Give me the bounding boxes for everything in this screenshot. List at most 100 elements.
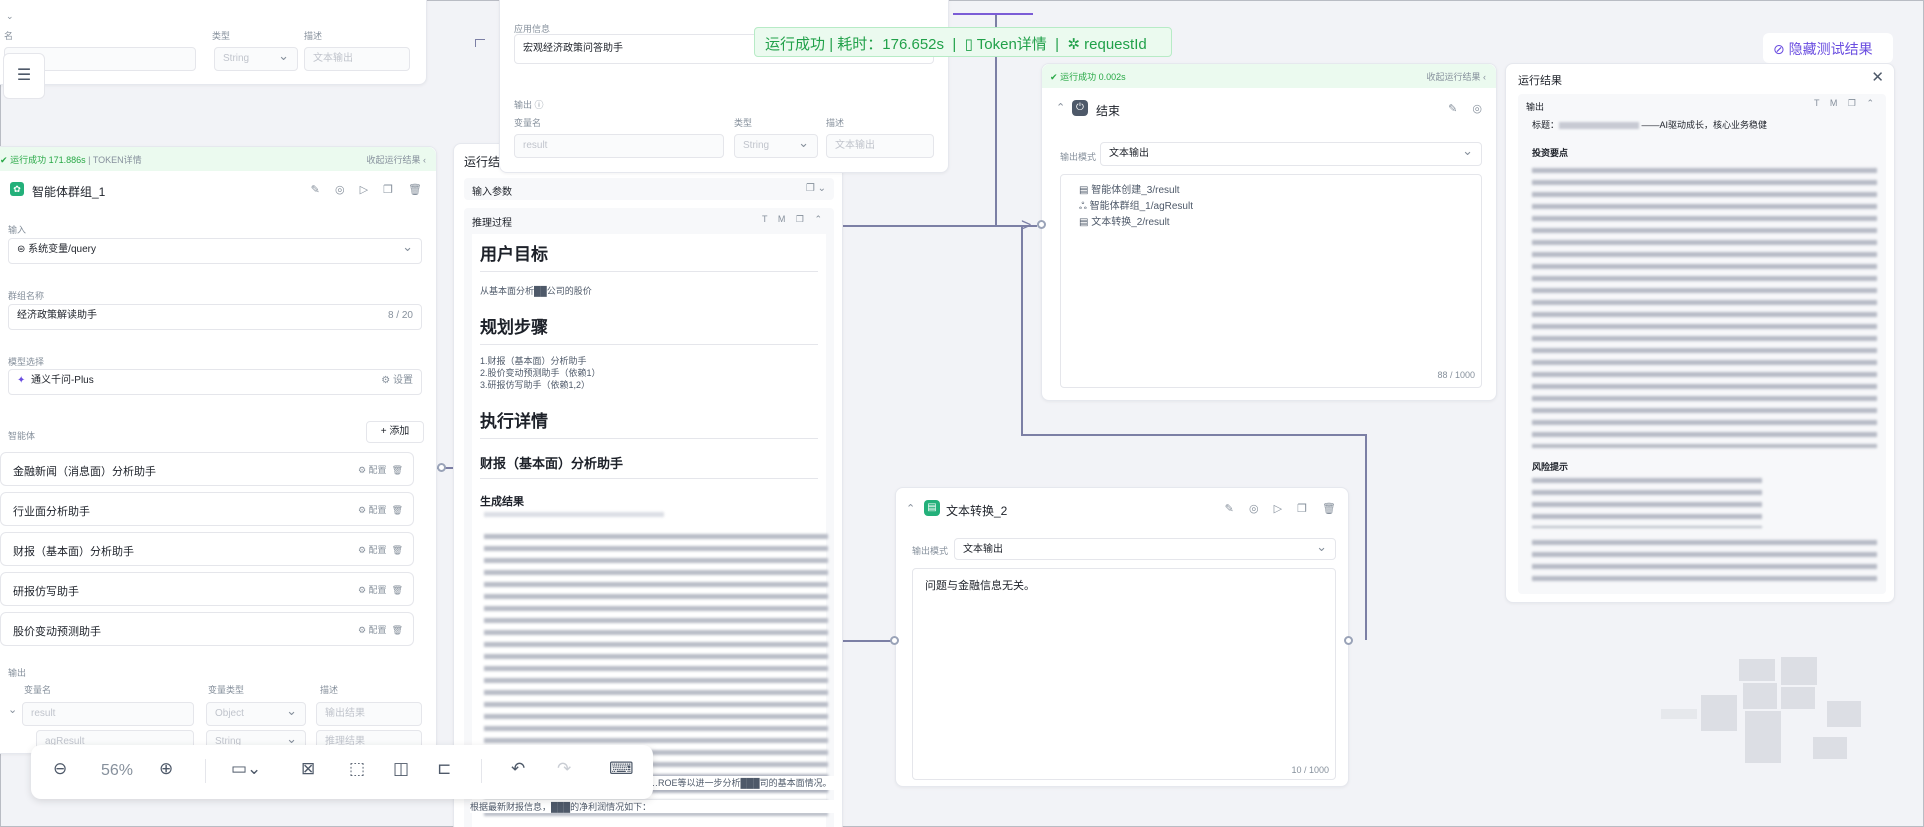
app-info-node[interactable]: 应用信息 宏观经济政策问答助手 输出 ⓘ 变量名 类型 描述 result St… <box>499 0 949 173</box>
run-status-bar: ✔ 运行成功 171.886s | TOKEN详情 收起运行结果 ‹ <box>0 147 436 171</box>
var-ref-tag: ▤ 文本转换_2/result <box>1079 217 1170 228</box>
format-toolbar[interactable]: T M ❐ ⌃ <box>1814 98 1878 109</box>
fit-view-icon[interactable]: ⊠ <box>301 759 315 779</box>
port-handle[interactable] <box>890 636 899 645</box>
output-mode-select[interactable]: 文本输出 <box>1100 142 1482 166</box>
banner-status: 运行成功 <box>765 36 826 53</box>
minimap[interactable] <box>1661 653 1861 763</box>
end-node[interactable]: ✔ 运行成功 0.002s 收起运行结果 ‹ ⌃ ⏻ 结束 ✎ ◎ 输出模式 文… <box>1041 63 1497 401</box>
section-heading: 投资要点 <box>1532 148 1569 158</box>
output-var-type[interactable]: Object <box>206 702 306 726</box>
agent-item[interactable]: 金融新闻（消息面）分析助手 ⚙ 配置 🗑 <box>0 452 414 486</box>
output-label: 输出 <box>1526 102 1545 112</box>
output-var-type[interactable]: String <box>734 134 818 158</box>
reasoning-label: 推理过程 <box>472 218 512 229</box>
output-var-name[interactable]: result <box>514 134 724 158</box>
zoom-out-icon[interactable]: ⊖ <box>53 759 67 779</box>
step-item: 1.财报（基本面）分析助手 <box>480 356 587 366</box>
token-detail-link[interactable]: Token详情 <box>977 36 1047 53</box>
bug-icon: ✲ <box>1067 36 1080 53</box>
port-handle[interactable] <box>437 463 446 472</box>
success-icon: ✔ <box>1050 72 1058 82</box>
output-template-area[interactable]: ▤ 智能体创建_3/result ஃ 智能体群组_1/agResult ▤ 文本… <box>1060 174 1482 388</box>
result-headline: 标题： ——AI驱动成长，核心业务稳健 <box>1532 120 1768 130</box>
col-type-label: 类型 <box>734 118 753 128</box>
steps-heading: 规划步骤 <box>480 313 818 345</box>
agent-item[interactable]: 研报仿写助手 ⚙ 配置 🗑 <box>0 572 414 606</box>
output-label: 输出 <box>8 668 27 678</box>
node-actions[interactable]: ✎ ◎ ▷ ❐ 🗑 <box>1225 502 1342 515</box>
select-area-icon[interactable]: ⬚ <box>349 759 365 779</box>
connector-line <box>1365 434 1367 640</box>
hide-results-button[interactable]: ⊘ 隐藏测试结果 <box>1763 33 1893 63</box>
connector-line <box>475 39 476 47</box>
close-icon[interactable]: ✕ <box>1871 68 1884 86</box>
connector-line <box>475 39 485 40</box>
output-var-desc[interactable]: 文本输出 <box>826 134 934 158</box>
output-label: 输出 ⓘ <box>514 100 544 110</box>
exec-heading: 执行详情 <box>480 407 818 439</box>
request-id-link[interactable]: requestId <box>1084 36 1147 53</box>
agent-item[interactable]: 股价变动预测助手 ⚙ 配置 🗑 <box>0 612 414 646</box>
connector-line <box>1021 434 1366 436</box>
output-mode-select[interactable]: 文本输出 <box>954 538 1336 560</box>
token-detail-link[interactable]: TOKEN详情 <box>93 155 142 165</box>
group-name-input[interactable]: 经济政策解读助手 8 / 20 <box>8 304 422 330</box>
collapse-result-link[interactable]: 收起运行结果 <box>1426 72 1480 82</box>
text-content-area[interactable]: 问题与金融信息无关。 10 / 1000 <box>912 568 1336 780</box>
format-toolbar[interactable]: T M ❐ ⌃ <box>762 214 826 225</box>
output-var-desc[interactable]: 输出结果 <box>316 702 422 726</box>
zoom-in-icon[interactable]: ⊕ <box>159 759 173 779</box>
model-select[interactable]: ✦ 通义千问-Plus ⚙ 设置 <box>8 369 422 395</box>
reasoning-section: 推理过程 T M ❐ ⌃ 用户目标 从基本面分析██公司的股价 规划步骤 1.财… <box>464 208 834 827</box>
port-handle[interactable] <box>1344 636 1353 645</box>
model-settings-button[interactable]: 设置 <box>393 375 413 386</box>
node-actions[interactable]: ✎ ◎ ▷ ❐ 🗑 <box>311 183 428 196</box>
desc-input[interactable]: 文本输出 <box>304 47 410 71</box>
agent-group-node[interactable]: ✔ 运行成功 171.886s | TOKEN详情 收起运行结果 ‹ ✿ 智能体… <box>0 146 437 754</box>
run-result-side-panel[interactable]: 运行结果 ✕ 输出 T M ❐ ⌃ 标题： ——AI驱动成长，核心业务稳健 投资… <box>1505 63 1895 603</box>
blurred-text <box>1532 478 1762 528</box>
type-select[interactable]: String <box>214 47 298 71</box>
power-icon: ⏻ <box>1072 100 1088 116</box>
col-name-label: 名 <box>4 31 14 41</box>
shortcut-keyboard-icon[interactable]: ⌨ <box>609 759 634 779</box>
goal-text: 从基本面分析██公司的股价 <box>480 286 592 296</box>
char-count: 88 / 1000 <box>1437 370 1475 380</box>
panel-title: 运行结果 <box>1518 75 1562 87</box>
arrange-icon[interactable]: ◫ <box>393 759 409 779</box>
run-status-text: 运行成功 171.886s <box>10 155 86 165</box>
blurred-text <box>484 512 664 522</box>
node-actions[interactable]: ✎ ◎ <box>1448 102 1488 115</box>
input-params-section[interactable]: 输入参数 ❐ ⌄ <box>464 178 834 200</box>
reasoning-tail: 根据最新财报信息，███的净利润情况如下： <box>470 800 840 813</box>
step-item: 3.研报仿写助手（依赖1,2） <box>480 380 591 390</box>
agent-item[interactable]: 财报（基本面）分析助手 ⚙ 配置 🗑 <box>0 532 414 566</box>
port-handle[interactable] <box>1037 220 1046 229</box>
redo-icon[interactable]: ↷ <box>557 759 571 779</box>
run-result-panel[interactable]: 运行结 输入参数 ❐ ⌄ 推理过程 T M ❐ ⌃ 用户目标 从基本面分析██公司… <box>453 143 843 827</box>
collapse-result-link[interactable]: 收起运行结果 <box>366 155 420 165</box>
node-title: 结束 <box>1096 104 1121 118</box>
col-type-label: 类型 <box>212 31 231 41</box>
document-icon: ▯ <box>964 36 973 53</box>
output-var-name[interactable]: result <box>22 702 194 726</box>
success-icon: ✔ <box>0 155 8 165</box>
text-transform-node[interactable]: ⌃ ▤ 文本转换_2 ✎ ◎ ▷ ❐ 🗑 输出模式 文本输出 问题与金融信息无关… <box>895 487 1349 787</box>
agent-item[interactable]: 行业面分析助手 ⚙ 配置 🗑 <box>0 492 414 526</box>
connector-style-icon[interactable]: ⊏ <box>437 759 451 779</box>
chevron-down-icon: ⌄ <box>8 704 18 716</box>
arrow-head-icon: > <box>1021 215 1032 235</box>
workflow-canvas[interactable]: > ⌄ 名 类型 描述 String 文本输出 ☰ ✔ 运行成功 171.886… <box>0 0 1924 827</box>
top-left-node[interactable]: ⌄ 名 类型 描述 String 文本输出 <box>0 0 427 85</box>
banner-elapsed: 176.652s <box>882 36 945 53</box>
add-agent-button[interactable]: + 添加 <box>366 421 424 443</box>
panel-toggle-button[interactable]: ☰ <box>3 53 45 99</box>
zoom-level: 56% <box>101 762 134 779</box>
model-label: 模型选择 <box>8 357 45 367</box>
undo-icon[interactable]: ↶ <box>511 759 525 779</box>
layout-dropdown-icon[interactable]: ▭⌄ <box>231 759 261 779</box>
blurred-text <box>1532 168 1877 448</box>
col-type-label: 变量类型 <box>208 685 245 695</box>
input-variable-select[interactable]: ⊜ 系统变量/query <box>8 238 422 264</box>
